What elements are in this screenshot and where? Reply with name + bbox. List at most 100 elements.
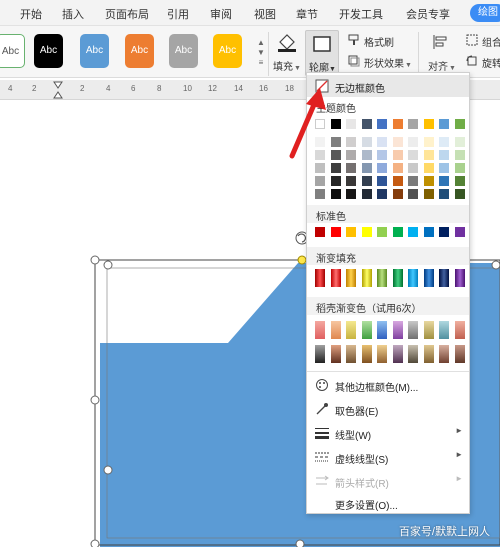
theme-shade-swatch[interactable]: [423, 189, 434, 199]
premium-gradient-swatch[interactable]: [330, 345, 341, 363]
standard-color-swatch[interactable]: [377, 227, 387, 237]
gradient-swatch[interactable]: [392, 269, 403, 287]
align-button[interactable]: 对齐▼: [428, 58, 456, 73]
premium-gradient-swatch[interactable]: [439, 321, 449, 339]
style-preset-3[interactable]: Abc: [80, 34, 109, 68]
gallery-more-icon[interactable]: ▲ ▼ ≡: [256, 38, 266, 68]
standard-color-swatch[interactable]: [330, 227, 341, 237]
premium-gradient-swatch[interactable]: [361, 345, 372, 363]
premium-gradient-swatch[interactable]: [377, 321, 387, 339]
theme-shade-swatch[interactable]: [377, 163, 387, 173]
theme-shade-swatch[interactable]: [423, 163, 434, 173]
theme-shade-swatch[interactable]: [392, 189, 403, 199]
premium-gradient-swatch[interactable]: [439, 345, 449, 363]
theme-shade-swatch[interactable]: [361, 176, 372, 186]
theme-shade-swatch[interactable]: [439, 189, 449, 199]
theme-shade-swatch[interactable]: [315, 163, 325, 173]
premium-gradient-swatch[interactable]: [361, 321, 372, 339]
premium-gradient-swatch[interactable]: [392, 321, 403, 339]
gradient-swatch[interactable]: [346, 269, 356, 287]
theme-shade-swatch[interactable]: [346, 163, 356, 173]
theme-color-swatch[interactable]: [423, 119, 434, 129]
theme-color-swatch[interactable]: [454, 119, 465, 129]
menu-dev-tools[interactable]: 开发工具: [339, 6, 383, 22]
fill-bucket-icon[interactable]: [276, 32, 298, 52]
drawing-tools-tab[interactable]: 绘图: [470, 4, 500, 22]
fill-button[interactable]: 填充▼: [273, 58, 301, 73]
outline-button[interactable]: 轮廓▼: [305, 30, 339, 76]
indent-marker-icon[interactable]: [53, 81, 63, 99]
format-painter-button[interactable]: 格式刷: [364, 34, 394, 49]
theme-shade-swatch[interactable]: [377, 189, 387, 199]
gradient-swatch[interactable]: [377, 269, 387, 287]
premium-gradient-swatch[interactable]: [346, 345, 356, 363]
menu-view[interactable]: 视图: [254, 6, 276, 22]
theme-shade-swatch[interactable]: [454, 176, 465, 186]
standard-color-swatch[interactable]: [454, 227, 465, 237]
theme-shade-swatch[interactable]: [408, 163, 418, 173]
theme-shade-swatch[interactable]: [408, 150, 418, 160]
theme-shade-swatch[interactable]: [439, 176, 449, 186]
theme-shade-swatch[interactable]: [361, 137, 372, 147]
theme-shade-swatch[interactable]: [439, 163, 449, 173]
gradient-swatch[interactable]: [423, 269, 434, 287]
theme-shade-swatch[interactable]: [392, 176, 403, 186]
standard-color-swatch[interactable]: [439, 227, 449, 237]
dash-style-item[interactable]: 虚线线型(S) ►: [307, 446, 469, 468]
theme-color-swatch[interactable]: [330, 119, 341, 129]
style-preset-1[interactable]: Abc: [0, 34, 25, 68]
theme-shade-swatch[interactable]: [361, 150, 372, 160]
menu-chapter[interactable]: 章节: [296, 6, 318, 22]
theme-shade-swatch[interactable]: [330, 189, 341, 199]
theme-shade-swatch[interactable]: [408, 137, 418, 147]
theme-shade-swatch[interactable]: [454, 137, 465, 147]
theme-shade-swatch[interactable]: [408, 189, 418, 199]
theme-color-swatch[interactable]: [361, 119, 372, 129]
theme-shade-swatch[interactable]: [361, 163, 372, 173]
menu-review[interactable]: 审阅: [210, 6, 232, 22]
standard-color-swatch[interactable]: [315, 227, 325, 237]
standard-color-swatch[interactable]: [423, 227, 434, 237]
menu-start[interactable]: 开始: [20, 6, 42, 22]
theme-shade-swatch[interactable]: [423, 150, 434, 160]
theme-shade-swatch[interactable]: [454, 189, 465, 199]
style-preset-5[interactable]: Abc: [169, 34, 198, 68]
standard-color-swatch[interactable]: [346, 227, 356, 237]
theme-shade-swatch[interactable]: [330, 176, 341, 186]
premium-gradient-swatch[interactable]: [392, 345, 403, 363]
theme-shade-swatch[interactable]: [392, 137, 403, 147]
premium-gradient-swatch[interactable]: [454, 345, 465, 363]
standard-color-swatch[interactable]: [392, 227, 403, 237]
eyedropper-item[interactable]: 取色器(E): [307, 398, 469, 420]
theme-color-swatch[interactable]: [408, 119, 418, 129]
theme-shade-swatch[interactable]: [330, 137, 341, 147]
theme-shade-swatch[interactable]: [346, 137, 356, 147]
premium-gradient-swatch[interactable]: [454, 321, 465, 339]
theme-shade-swatch[interactable]: [346, 189, 356, 199]
theme-shade-swatch[interactable]: [315, 189, 325, 199]
theme-shade-swatch[interactable]: [423, 176, 434, 186]
menu-page-layout[interactable]: 页面布局: [105, 6, 149, 22]
menu-vip[interactable]: 会员专享: [406, 6, 450, 22]
gradient-swatch[interactable]: [408, 269, 418, 287]
gradient-swatch[interactable]: [315, 269, 325, 287]
theme-shade-swatch[interactable]: [330, 163, 341, 173]
premium-gradient-swatch[interactable]: [408, 345, 418, 363]
premium-gradient-swatch[interactable]: [315, 345, 325, 363]
gradient-swatch[interactable]: [361, 269, 372, 287]
theme-shade-swatch[interactable]: [423, 137, 434, 147]
menu-reference[interactable]: 引用: [167, 6, 189, 22]
premium-gradient-swatch[interactable]: [315, 321, 325, 339]
theme-shade-swatch[interactable]: [454, 150, 465, 160]
premium-gradient-swatch[interactable]: [423, 345, 434, 363]
theme-shade-swatch[interactable]: [346, 150, 356, 160]
gradient-swatch[interactable]: [330, 269, 341, 287]
menu-insert[interactable]: 插入: [62, 6, 84, 22]
theme-shade-swatch[interactable]: [346, 176, 356, 186]
theme-shade-swatch[interactable]: [330, 150, 341, 160]
theme-shade-swatch[interactable]: [439, 150, 449, 160]
more-border-colors-item[interactable]: 其他边框颜色(M)...: [307, 374, 469, 396]
style-preset-4[interactable]: Abc: [125, 34, 154, 68]
theme-color-swatch[interactable]: [392, 119, 403, 129]
style-preset-6[interactable]: Abc: [213, 34, 242, 68]
